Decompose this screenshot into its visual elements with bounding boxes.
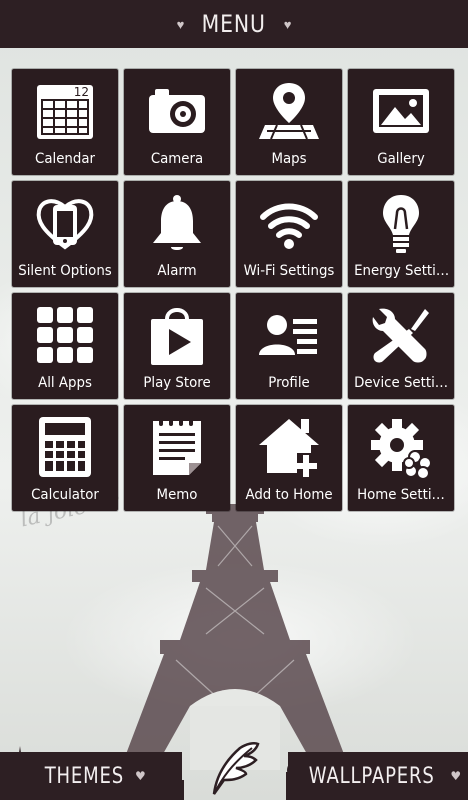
tile-label: Alarm [157, 263, 197, 279]
tile-label: Add to Home [245, 487, 333, 503]
tile-label: Calculator [31, 487, 99, 503]
camera-icon [145, 79, 209, 143]
tile-label: Home Setti… [357, 487, 445, 503]
tile-camera[interactable]: Camera [124, 69, 230, 175]
calendar-date: 12 [74, 85, 89, 99]
feather-icon[interactable] [206, 738, 262, 796]
tile-label: Energy Setti… [354, 263, 448, 279]
tile-label: Play Store [143, 375, 211, 391]
tile-label: Wi-Fi Settings [243, 263, 335, 279]
tile-alarm[interactable]: Alarm [124, 181, 230, 287]
themes-button[interactable]: THEMES ♥ [0, 752, 182, 800]
heart-icon: ♥ [450, 769, 462, 783]
profile-card-icon [257, 303, 321, 367]
wifi-icon [257, 191, 321, 255]
heart-icon: ♥ [134, 769, 146, 783]
tile-profile[interactable]: Profile [236, 293, 342, 399]
app-grid: 12 Calendar Camera Maps Gallery Silent O… [12, 69, 456, 511]
bell-icon [145, 191, 209, 255]
calendar-icon: 12 [33, 79, 97, 143]
tile-label: Calendar [34, 151, 95, 167]
image-icon [369, 79, 433, 143]
apps-grid-icon [33, 303, 97, 367]
menu-title: MENU [201, 10, 267, 38]
tile-play-store[interactable]: Play Store [124, 293, 230, 399]
home-add-icon [257, 415, 321, 479]
tile-home-settings[interactable]: Home Setti… [348, 405, 454, 511]
tile-label: Camera [150, 151, 204, 167]
tile-silent-options[interactable]: Silent Options [12, 181, 118, 287]
tile-energy-settings[interactable]: Energy Setti… [348, 181, 454, 287]
tile-device-settings[interactable]: Device Setti… [348, 293, 454, 399]
themes-label: THEMES [44, 763, 125, 789]
play-bag-icon [145, 303, 209, 367]
tile-calculator[interactable]: Calculator [12, 405, 118, 511]
tile-label: All Apps [38, 375, 92, 391]
tile-label: Profile [268, 375, 310, 391]
tools-icon [369, 303, 433, 367]
gear-flower-icon [369, 415, 433, 479]
heart-icon: ♥ [283, 16, 292, 32]
notepad-icon [145, 415, 209, 479]
tile-all-apps[interactable]: All Apps [12, 293, 118, 399]
calculator-icon [33, 415, 97, 479]
tile-maps[interactable]: Maps [236, 69, 342, 175]
tile-gallery[interactable]: Gallery [348, 69, 454, 175]
menu-header: ♥ MENU ♥ [0, 0, 468, 48]
tile-label: Memo [156, 487, 198, 503]
tile-calendar[interactable]: 12 Calendar [12, 69, 118, 175]
tile-label: Gallery [377, 151, 425, 167]
tile-memo[interactable]: Memo [124, 405, 230, 511]
tile-label: Maps [271, 151, 307, 167]
tile-wifi-settings[interactable]: Wi-Fi Settings [236, 181, 342, 287]
tile-add-to-home[interactable]: Add to Home [236, 405, 342, 511]
wallpapers-button[interactable]: WALLPAPERS ♥ [288, 752, 468, 800]
heart-phone-icon [33, 191, 97, 255]
lightbulb-icon [369, 191, 433, 255]
map-pin-icon [257, 79, 321, 143]
wallpapers-label: WALLPAPERS [308, 763, 435, 789]
heart-icon: ♥ [176, 16, 185, 32]
tile-label: Silent Options [18, 263, 112, 279]
tile-label: Device Setti… [354, 375, 448, 391]
